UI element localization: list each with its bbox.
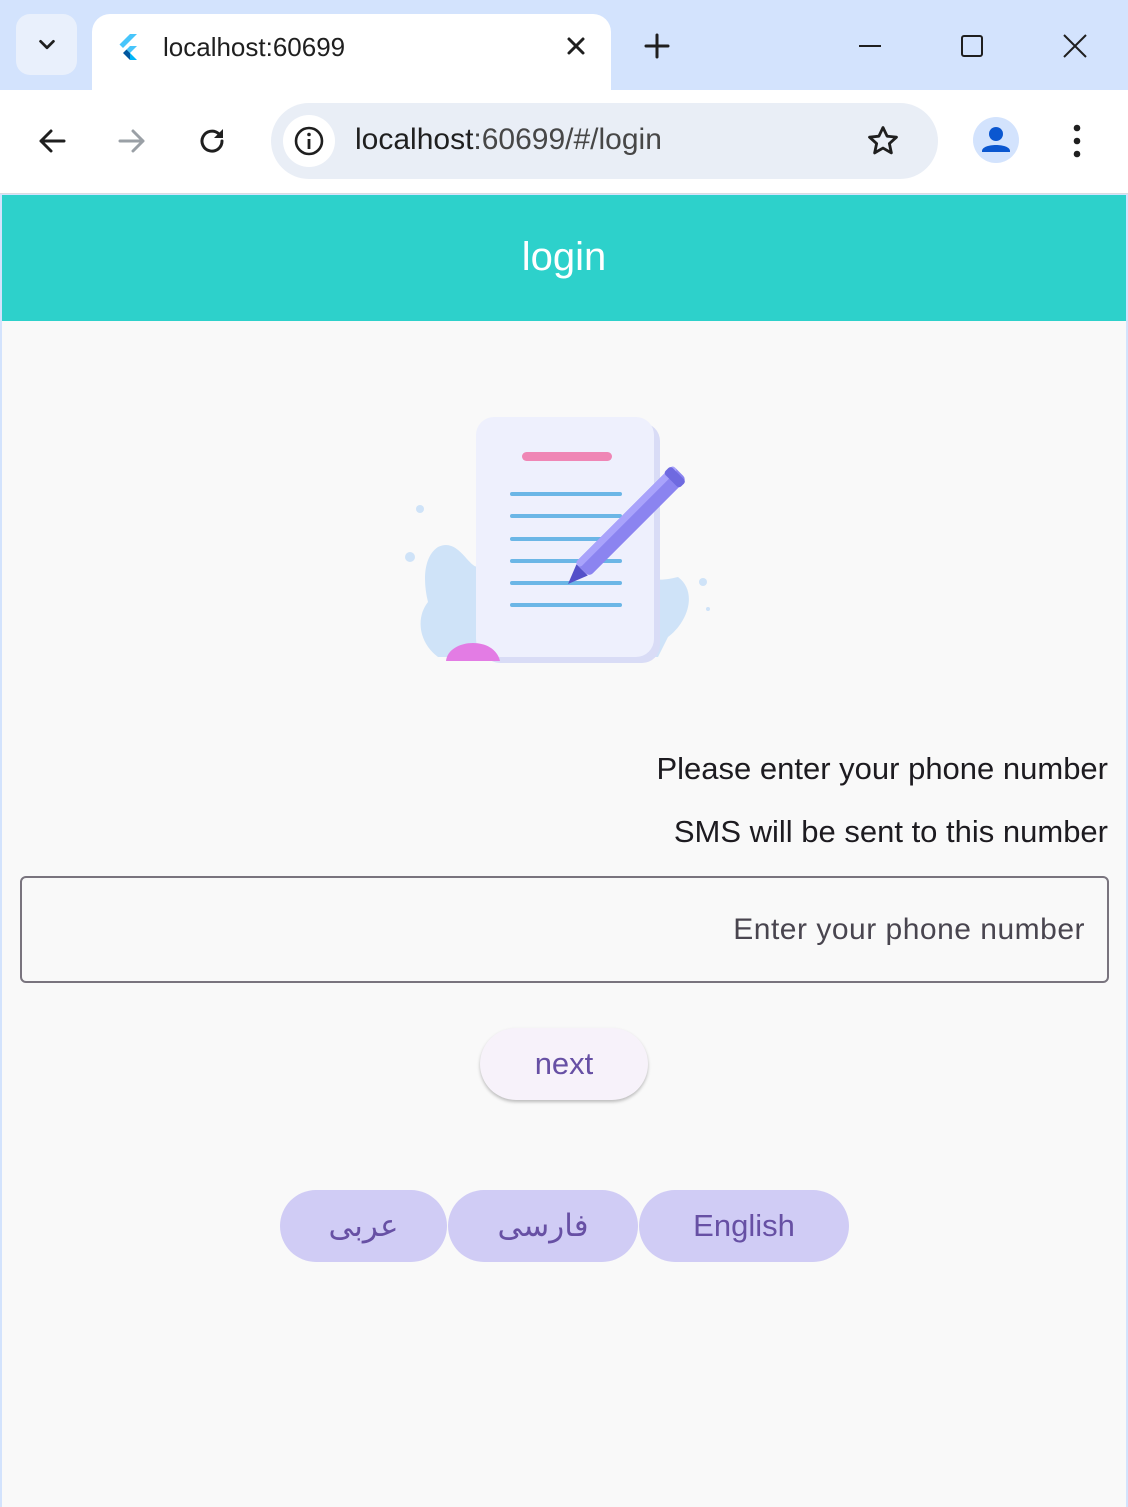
star-icon [868,126,898,155]
close-window-button[interactable] [1051,22,1099,70]
close-tab-button[interactable] [561,31,591,61]
url-path: :60699/#/login [473,123,662,156]
language-persian-button[interactable]: فارسی [448,1190,638,1262]
profile-button[interactable] [973,117,1019,163]
url-host: localhost [355,123,474,156]
site-info-button[interactable] [283,115,335,167]
language-arabic-button[interactable]: عربی [280,1190,447,1262]
reload-button[interactable] [189,118,235,164]
tab-title: localhost:60699 [163,32,346,62]
address-bar[interactable]: localhost:60699/#/login [271,103,938,179]
next-button[interactable]: next [480,1028,648,1100]
page-title: login [521,234,607,279]
language-english-button[interactable]: English [639,1190,849,1262]
flutter-icon [119,34,137,60]
forward-button[interactable] [109,118,155,164]
arrow-right-icon [118,129,145,153]
reload-icon [200,129,224,153]
app-bar: login [2,195,1126,321]
close-icon [1063,34,1087,58]
new-tab-button[interactable] [638,27,676,65]
tab-search-button[interactable] [16,14,77,75]
plus-icon [644,33,670,59]
minimize-button[interactable] [846,22,894,70]
browser-tab[interactable]: localhost:60699 [92,14,611,92]
minimize-icon [859,45,881,47]
close-icon [567,37,585,55]
person-icon [982,127,1010,152]
back-button[interactable] [29,118,75,164]
chevron-down-icon [38,39,55,49]
browser-menu-button[interactable] [1056,118,1098,164]
phone-input[interactable] [22,878,1107,981]
browser-toolbar: localhost:60699/#/login [0,90,1128,194]
maximize-button[interactable] [948,22,996,70]
bookmark-button[interactable] [861,119,905,163]
url-text[interactable]: localhost:60699/#/login [355,123,662,157]
phone-field[interactable] [20,876,1109,983]
maximize-icon [961,35,983,57]
app-page: login Please enter your phone number SMS… [2,195,1126,1507]
phone-prompt-text: Please enter your phone number [656,751,1108,786]
document-pen-illustration [405,417,710,663]
sms-notice-text: SMS will be sent to this number [673,814,1108,849]
more-vert-icon [1073,124,1081,158]
browser-tabstrip: localhost:60699 [0,0,1128,92]
info-icon [294,126,324,156]
arrow-left-icon [39,129,66,153]
